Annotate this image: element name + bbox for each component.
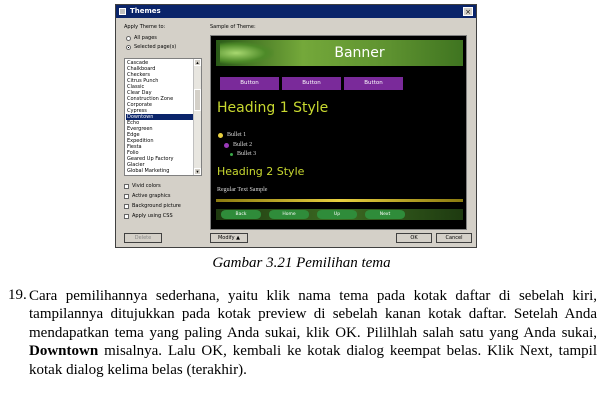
ok-button[interactable]: OK [396,233,432,243]
theme-list-scrollbar[interactable]: ▲ ▼ [193,59,201,175]
dropdown-arrow-icon: ▲ [236,235,241,241]
checkbox-label: Active graphics [132,193,171,199]
radio-icon[interactable] [126,44,131,50]
checkbox-icon[interactable] [124,193,129,199]
app-icon [119,8,126,15]
preview-button: Button [344,77,403,90]
checkbox-apply-css[interactable]: Apply using CSS [124,213,173,219]
checkbox-label: Apply using CSS [132,213,173,219]
checkbox-label: Background picture [132,203,181,209]
paragraph-text-after: misalnya. Lalu OK, kembali ke kotak dial… [29,343,597,378]
modify-button-label: Modify [217,235,235,241]
preview-regular-text: Regular Text Sample [217,187,268,193]
scroll-down-icon[interactable]: ▼ [194,168,201,175]
checkbox-background-picture[interactable]: Background picture [124,203,181,209]
radio-icon[interactable] [126,35,131,41]
radio-selected-pages[interactable]: Selected page(s) [126,44,176,50]
bullet-icon [230,152,233,156]
preview-nav-home: Home [269,210,309,219]
radio-all-pages-label: All pages [134,35,157,41]
radio-all-pages[interactable]: All pages [126,35,157,41]
preview-heading-1: Heading 1 Style [217,100,329,116]
bullet-text: Bullet 1 [227,132,247,138]
preview-banner: Banner [216,40,463,66]
theme-list-item[interactable]: Global Marketing [126,168,194,174]
checkbox-icon[interactable] [124,213,129,219]
theme-preview: Banner Button Button Button Heading 1 St… [210,35,467,230]
scroll-thumb[interactable] [194,89,201,111]
preview-nav-next: Next [365,210,405,219]
bullet-icon [218,132,223,138]
theme-list-items: Cascade Chalkboard Checkers Citrus Punch Cla… [126,60,194,174]
preview-button: Button [220,77,279,90]
close-icon[interactable]: × [463,7,473,16]
checkbox-vivid-colors[interactable]: Vivid colors [124,183,161,189]
scroll-up-icon[interactable]: ▲ [194,59,201,66]
paragraph-number: 19. [8,287,27,303]
bullet-text: Bullet 3 [237,151,257,157]
preview-bullet-3: Bullet 3 [230,151,256,157]
apply-theme-label: Apply Theme to: [124,24,166,30]
themes-dialog: Themes × Apply Theme to: Sample of Theme… [115,4,477,248]
checkbox-icon[interactable] [124,183,129,189]
banner-text: Banner [334,45,385,61]
sample-theme-label: Sample of Theme: [210,24,256,30]
preview-nav-back: Back [221,210,261,219]
preview-bullet-2: Bullet 2 [224,142,252,148]
theme-list[interactable]: Cascade Chalkboard Checkers Citrus Punch Cla… [124,58,202,176]
checkbox-active-graphics[interactable]: Active graphics [124,193,170,199]
preview-heading-2: Heading 2 Style [217,165,305,178]
preview-nav-up: Up [317,210,357,219]
radio-selected-pages-label: Selected page(s) [134,44,177,50]
bullet-icon [224,142,229,148]
title-bar: Themes × [116,5,476,18]
paragraph-text: Cara pemilihannya sederhana, yaitu klik … [29,287,597,379]
preview-button: Button [282,77,341,90]
paragraph-text-before: Cara pemilihannya sederhana, yaitu klik … [29,288,597,341]
checkbox-icon[interactable] [124,203,129,209]
bullet-text: Bullet 2 [233,142,253,148]
cancel-button[interactable]: Cancel [436,233,472,243]
preview-divider [216,199,463,202]
paragraph-bold-theme: Downtown [29,343,99,360]
figure-caption: Gambar 3.21 Pemilihan tema [212,255,391,271]
checkbox-label: Vivid colors [132,183,161,189]
preview-bullet-1: Bullet 1 [218,132,246,138]
modify-button[interactable]: Modify ▲ [210,233,248,243]
dialog-title: Themes [130,7,161,15]
delete-button[interactable]: Delete [124,233,162,243]
